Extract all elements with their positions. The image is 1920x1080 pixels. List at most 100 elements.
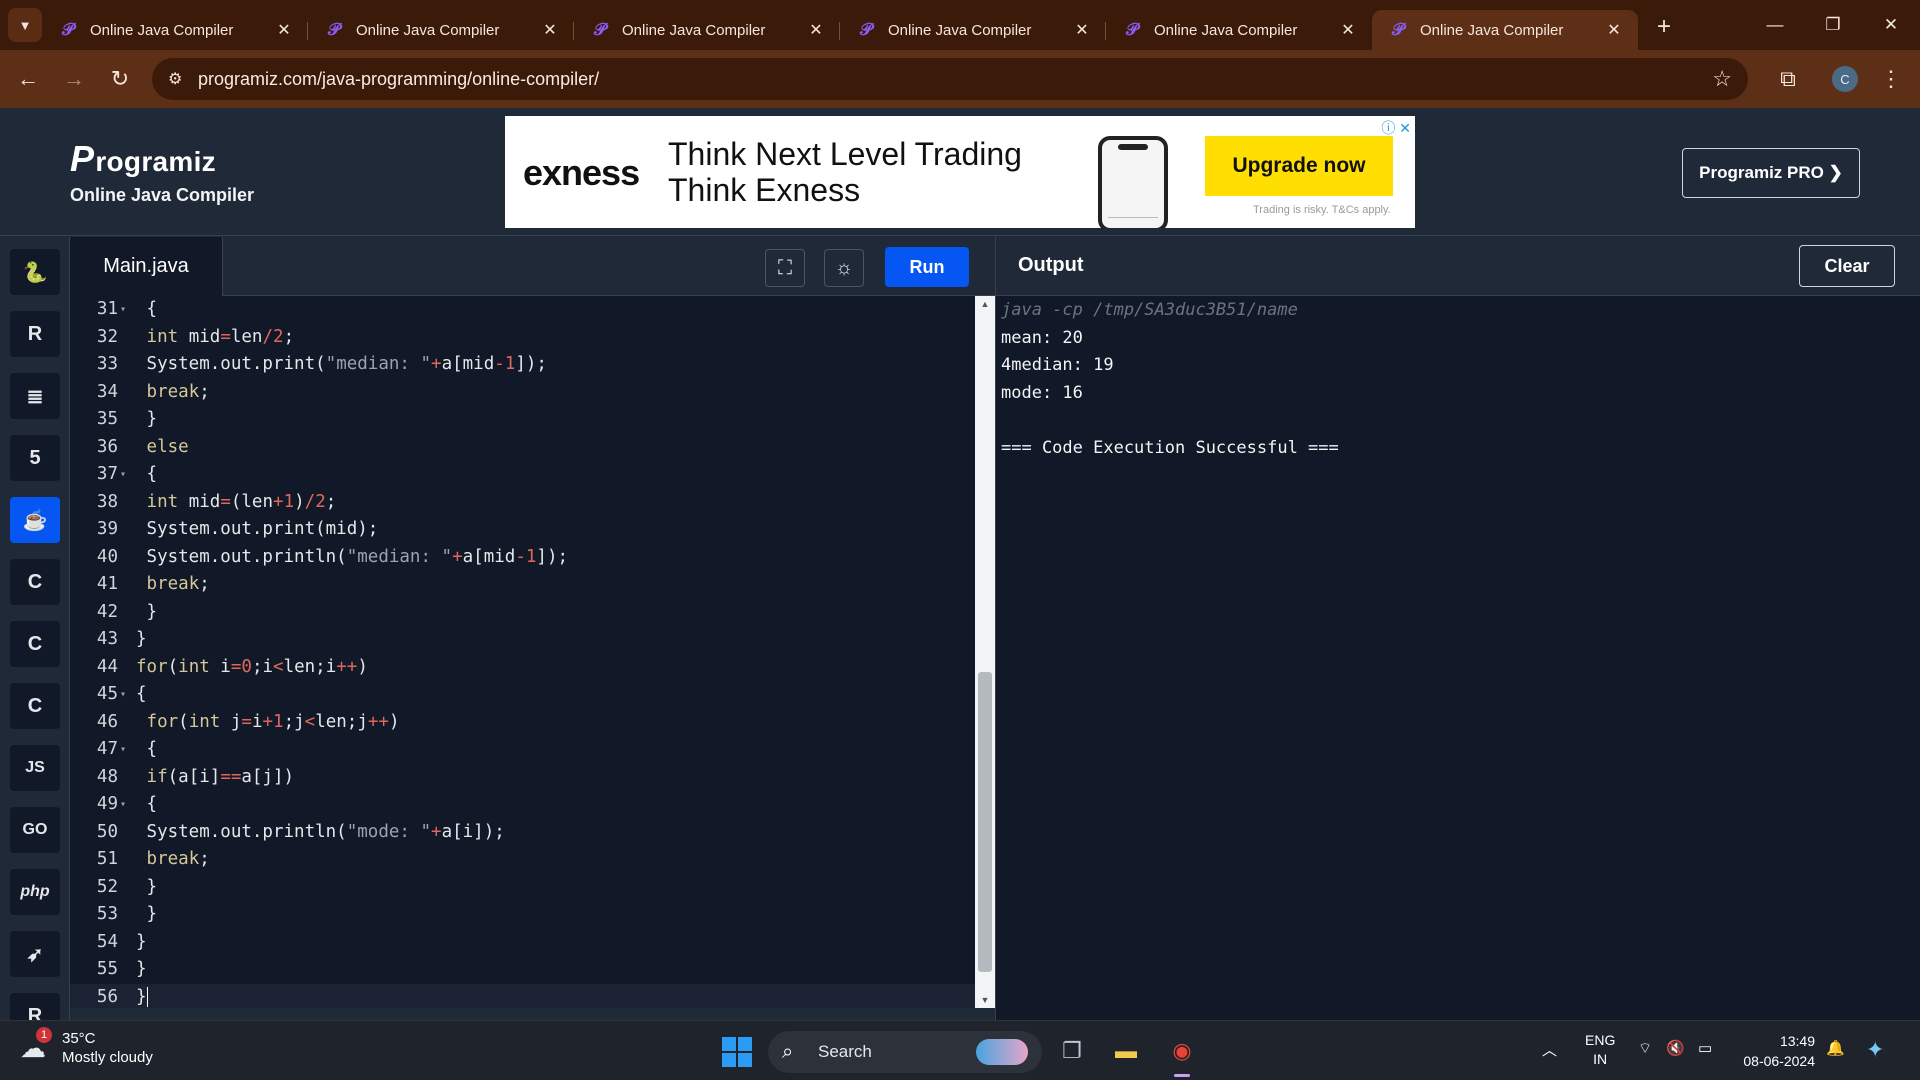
language-csharp-icon[interactable]: C — [10, 683, 60, 729]
file-tab-main-java[interactable]: Main.java — [70, 237, 223, 296]
task-view-icon[interactable]: ❐ — [1054, 1033, 1090, 1069]
clear-button[interactable]: Clear — [1799, 245, 1895, 287]
code-line[interactable]: 48 if(a[i]==a[j]) — [70, 764, 975, 792]
new-tab-button[interactable]: + — [1646, 13, 1682, 41]
close-tab-icon[interactable]: ✕ — [1072, 20, 1092, 40]
language-c-icon[interactable]: C — [10, 559, 60, 605]
browser-tab[interactable]: 𝒫 Online Java Compiler ✕ — [840, 10, 1106, 50]
copilot-icon[interactable]: ✦ — [1866, 1037, 1884, 1063]
bookmark-star-icon[interactable]: ☆ — [1712, 66, 1732, 92]
fold-arrow-icon[interactable]: ▾ — [120, 296, 126, 324]
scrollbar-thumb[interactable] — [978, 672, 992, 972]
language-indicator[interactable]: ENG IN — [1585, 1031, 1615, 1069]
code-line[interactable]: 50 System.out.println("mode: "+a[i]); — [70, 819, 975, 847]
profile-avatar[interactable]: C — [1832, 66, 1858, 92]
browser-tab[interactable]: 𝒫 Online Java Compiler ✕ — [1372, 10, 1638, 50]
code-line[interactable]: 44 for(int i=0;i<len;i++) — [70, 654, 975, 682]
weather-widget[interactable]: ☁ 1 35°C Mostly cloudy — [20, 1027, 153, 1067]
code-line[interactable]: 49 ▾ { — [70, 791, 975, 819]
close-tab-icon[interactable]: ✕ — [274, 20, 294, 40]
language-sql-icon[interactable]: ≣ — [10, 373, 60, 419]
language-python-icon[interactable]: 🐍 — [10, 249, 60, 295]
code-line[interactable]: 40 System.out.println("median: "+a[mid-1… — [70, 544, 975, 572]
browser-tab[interactable]: 𝒫 Online Java Compiler ✕ — [1106, 10, 1372, 50]
programiz-pro-button[interactable]: Programiz PRO ❯ — [1682, 148, 1860, 198]
close-tab-icon[interactable]: ✕ — [540, 20, 560, 40]
url-text[interactable]: programiz.com/java-programming/online-co… — [198, 69, 1712, 90]
code-line[interactable]: 32 int mid=len/2; — [70, 324, 975, 352]
programiz-logo[interactable]: Programiz — [70, 138, 216, 180]
extensions-icon[interactable]: ⧉ — [1766, 66, 1810, 92]
close-window-icon[interactable]: ✕ — [1862, 0, 1920, 50]
code-line[interactable]: 46 for(int j=i+1;j<len;j++) — [70, 709, 975, 737]
address-bar[interactable]: ⚙ programiz.com/java-programming/online-… — [152, 58, 1748, 100]
scroll-down-icon[interactable]: ▼ — [975, 992, 995, 1008]
code-line[interactable]: 43} — [70, 626, 975, 654]
advertisement-banner[interactable]: exness Think Next Level Trading Think Ex… — [505, 116, 1415, 228]
code-line[interactable]: 56} — [70, 983, 975, 1008]
site-info-icon[interactable]: ⚙ — [168, 69, 198, 89]
language-go-icon[interactable]: GO — [10, 807, 60, 853]
start-menu-icon[interactable] — [722, 1037, 752, 1067]
code-line[interactable]: 31 ▾ { — [70, 296, 975, 324]
code-line[interactable]: 55} — [70, 956, 975, 984]
code-line[interactable]: 38 int mid=(len+1)/2; — [70, 489, 975, 517]
language-php-icon[interactable]: php — [10, 869, 60, 915]
restore-icon[interactable]: ❐ — [1804, 0, 1862, 50]
ad-choices-icon[interactable]: ⓘ ✕ — [1381, 118, 1411, 138]
code-line[interactable]: 33 System.out.print("median: "+a[mid-1])… — [70, 351, 975, 379]
fold-arrow-icon[interactable]: ▾ — [120, 736, 126, 764]
reload-icon[interactable]: ↻ — [102, 61, 138, 97]
notification-bell-icon[interactable]: 🔔 — [1826, 1039, 1845, 1057]
code-line[interactable]: 51 break; — [70, 846, 975, 874]
code-line[interactable]: 41 break; — [70, 571, 975, 599]
file-explorer-icon[interactable]: ▬ — [1108, 1033, 1144, 1069]
forward-icon[interactable]: → — [56, 61, 92, 97]
code-line[interactable]: 36 else — [70, 434, 975, 462]
tab-search-button[interactable]: ▼ — [8, 8, 42, 42]
code-line[interactable]: 34 break; — [70, 379, 975, 407]
language-swift-icon[interactable]: ➶ — [10, 931, 60, 977]
theme-toggle-icon[interactable]: ☼ — [824, 249, 864, 287]
fullscreen-icon[interactable]: ⛶ — [765, 249, 805, 287]
ad-cta-button[interactable]: Upgrade now — [1205, 136, 1393, 196]
taskbar-search[interactable]: ⌕ Search — [768, 1031, 1042, 1073]
code-line[interactable]: 37 ▾ { — [70, 461, 975, 489]
browser-tab[interactable]: 𝒫 Online Java Compiler ✕ — [574, 10, 840, 50]
language-cpp-icon[interactable]: C — [10, 621, 60, 667]
show-hidden-icons[interactable]: ︿ — [1542, 1039, 1557, 1060]
chrome-icon[interactable]: ◉ — [1164, 1033, 1200, 1077]
browser-tab[interactable]: 𝒫 Online Java Compiler ✕ — [308, 10, 574, 50]
code-line[interactable]: 39 System.out.print(mid); — [70, 516, 975, 544]
code-line[interactable]: 52 } — [70, 874, 975, 902]
fold-arrow-icon[interactable]: ▾ — [120, 791, 126, 819]
language-html-icon[interactable]: 5 — [10, 435, 60, 481]
back-icon[interactable]: ← — [10, 61, 46, 97]
battery-icon[interactable]: ▭ — [1698, 1039, 1712, 1057]
language-r-icon[interactable]: R — [10, 311, 60, 357]
code-line[interactable]: 54} — [70, 929, 975, 957]
browser-menu-icon[interactable]: ⋮ — [1880, 66, 1902, 92]
volume-muted-icon[interactable]: 🔇 — [1666, 1039, 1685, 1057]
close-tab-icon[interactable]: ✕ — [806, 20, 826, 40]
code-line[interactable]: 42 } — [70, 599, 975, 627]
code-line[interactable]: 47 ▾ { — [70, 736, 975, 764]
run-button[interactable]: Run — [885, 247, 969, 287]
code-line[interactable]: 53 } — [70, 901, 975, 929]
close-tab-icon[interactable]: ✕ — [1604, 20, 1624, 40]
close-tab-icon[interactable]: ✕ — [1338, 20, 1358, 40]
language-rust-icon[interactable]: R — [10, 993, 60, 1020]
code-editor[interactable]: 31 ▾ {32 int mid=len/2; 33 System.out.prin… — [70, 296, 975, 1008]
editor-scrollbar[interactable]: ▲ ▼ — [975, 296, 995, 1008]
language-java-icon[interactable]: ☕ — [10, 497, 60, 543]
scroll-up-icon[interactable]: ▲ — [975, 296, 995, 312]
code-line[interactable]: 45 ▾ { — [70, 681, 975, 709]
system-clock[interactable]: 13:49 08-06-2024 — [1735, 1031, 1815, 1071]
language-javascript-icon[interactable]: JS — [10, 745, 60, 791]
minimize-icon[interactable]: — — [1746, 0, 1804, 50]
wifi-icon[interactable]: ⌔ — [1638, 1039, 1652, 1058]
browser-tab[interactable]: 𝒫 Online Java Compiler ✕ — [42, 10, 308, 50]
fold-arrow-icon[interactable]: ▾ — [120, 461, 126, 489]
fold-arrow-icon[interactable]: ▾ — [120, 681, 126, 709]
code-line[interactable]: 35 } — [70, 406, 975, 434]
